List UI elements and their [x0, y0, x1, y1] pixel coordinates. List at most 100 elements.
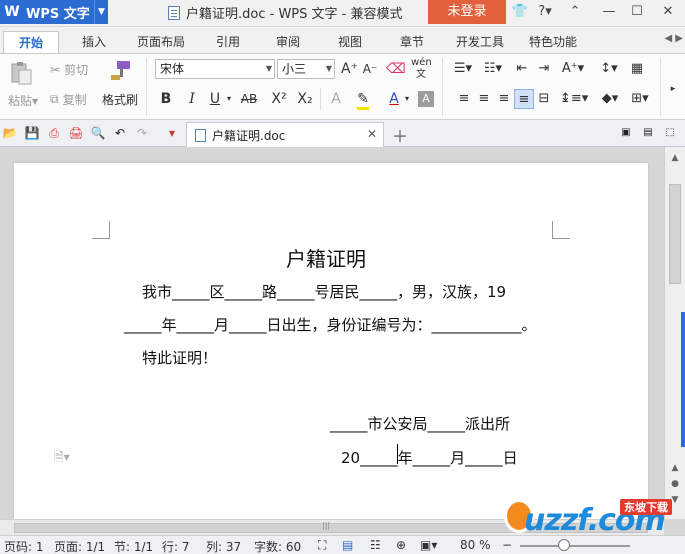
new-tab-icon[interactable]: ＋: [392, 123, 408, 147]
zoom-value[interactable]: 80 %: [460, 538, 491, 552]
align-center-icon[interactable]: ≡: [476, 89, 492, 109]
scroll-up-icon[interactable]: ▲: [669, 463, 681, 473]
zoom-out-icon[interactable]: −: [502, 538, 512, 552]
close-icon[interactable]: ✕: [655, 0, 681, 24]
document-line-4[interactable]: _____市公安局_____派出所: [330, 413, 510, 434]
document-line-5[interactable]: 20_____年_____月_____日: [341, 447, 518, 468]
table-icon[interactable]: ▦: [628, 59, 646, 79]
outline-view-icon[interactable]: ☷: [370, 538, 381, 552]
tab-view[interactable]: 视图: [328, 31, 372, 53]
document-line-2[interactable]: _____年_____月_____日出生，身份证编号为：____________…: [124, 314, 537, 335]
shrink-font-icon[interactable]: A⁻: [362, 59, 378, 79]
tab-features[interactable]: 特色功能: [522, 31, 584, 53]
increase-indent-icon[interactable]: ⇥: [536, 59, 552, 79]
page-view-icon[interactable]: ▤: [342, 538, 353, 552]
paste-button[interactable]: 粘贴 ▾: [8, 92, 38, 109]
document-heading[interactable]: 户籍证明: [286, 243, 366, 272]
vertical-scrollbar[interactable]: ▲ ▲ ● ▼: [664, 147, 685, 519]
zoom-slider-thumb[interactable]: [558, 539, 570, 551]
font-name-select[interactable]: 宋体 ▼: [155, 59, 275, 79]
bullet-list-icon[interactable]: ☰▾: [452, 59, 474, 79]
sort-icon[interactable]: ↕▾: [598, 59, 620, 79]
shading-icon[interactable]: ◆▾: [598, 89, 622, 109]
tab-review[interactable]: 审阅: [266, 31, 310, 53]
save-icon[interactable]: 💾: [24, 125, 40, 141]
chevron-down-icon[interactable]: ▾: [402, 89, 412, 109]
text-direction-icon[interactable]: A⁺▾: [560, 59, 586, 79]
shirt-icon[interactable]: 👕: [507, 0, 533, 24]
login-button[interactable]: 未登录: [428, 0, 506, 24]
align-left-icon[interactable]: ≡: [456, 89, 472, 109]
phonetic-guide-icon[interactable]: wén 文: [411, 57, 432, 80]
print-preview-icon[interactable]: 🔍: [90, 125, 106, 141]
italic-button[interactable]: I: [184, 89, 200, 109]
superscript-button[interactable]: X²: [270, 89, 288, 109]
align-justify-icon[interactable]: ≡: [514, 89, 534, 109]
strikethrough-button[interactable]: AB: [238, 89, 260, 109]
font-size-select[interactable]: 小三 ▼: [277, 59, 335, 79]
distribute-icon[interactable]: ⊟: [536, 89, 552, 109]
status-column[interactable]: 列: 37: [206, 538, 241, 554]
customize-qat-icon[interactable]: ▾: [164, 125, 180, 141]
document-tab[interactable]: 户籍证明.doc ✕: [186, 122, 384, 147]
document-line-1[interactable]: 我市_____区_____路_____号居民_____，男，汉族，19: [142, 281, 506, 302]
redo-icon[interactable]: ↷: [134, 125, 150, 141]
copy-button[interactable]: ⧉ 复制: [50, 91, 87, 108]
chevron-right-icon[interactable]: ▸: [666, 79, 680, 99]
status-page-code[interactable]: 页码: 1: [4, 538, 44, 554]
fullscreen-icon[interactable]: ⬚: [662, 125, 678, 141]
highlight-icon[interactable]: ✎: [352, 89, 374, 110]
status-word-count[interactable]: 字数: 60: [254, 538, 301, 554]
format-painter-icon[interactable]: [108, 59, 138, 83]
web-view-icon[interactable]: ⊕: [396, 538, 406, 552]
tab-chapter[interactable]: 章节: [390, 31, 434, 53]
status-section[interactable]: 节: 1/1: [114, 538, 153, 554]
tab-scroll-icon[interactable]: ◀ ▶: [664, 33, 683, 44]
undo-icon[interactable]: ↶: [112, 125, 128, 141]
document-page[interactable]: 户籍证明 我市_____区_____路_____号居民_____，男，汉族，19…: [14, 163, 648, 519]
numbered-list-icon[interactable]: ☷▾: [482, 59, 504, 79]
document-line-3[interactable]: 特此证明！: [142, 347, 217, 368]
paste-icon[interactable]: [8, 60, 38, 86]
scroll-center-icon[interactable]: ●: [669, 479, 681, 489]
chevron-down-icon[interactable]: ▼: [94, 0, 108, 24]
cut-button[interactable]: ✂ 剪切: [50, 61, 88, 78]
underline-button[interactable]: U: [208, 89, 222, 109]
print-icon[interactable]: 🖨: [68, 125, 84, 141]
app-menu-button[interactable]: W WPS 文字 ▼: [0, 0, 108, 24]
help-button[interactable]: ?▾: [532, 0, 558, 24]
line-spacing-icon[interactable]: ↨≡▾: [560, 89, 588, 109]
font-color-button[interactable]: A: [386, 89, 402, 109]
zoom-slider[interactable]: [520, 545, 630, 547]
tab-references[interactable]: 引用: [206, 31, 250, 53]
export-pdf-icon[interactable]: ⎙: [46, 125, 62, 141]
scroll-up-icon[interactable]: ▲: [669, 153, 681, 163]
tab-insert[interactable]: 插入: [72, 31, 116, 53]
bold-button[interactable]: B: [158, 89, 174, 109]
full-screen-icon[interactable]: ⛶: [318, 538, 326, 553]
window-arrange-icon[interactable]: ▣: [618, 125, 634, 141]
status-page[interactable]: 页面: 1/1: [54, 538, 105, 554]
tab-home[interactable]: 开始: [3, 31, 59, 53]
status-row[interactable]: 行: 7: [162, 538, 190, 554]
tab-developer[interactable]: 开发工具: [450, 31, 510, 53]
protect-view-icon[interactable]: ▣▾: [420, 538, 437, 552]
subscript-button[interactable]: X₂: [296, 89, 314, 109]
tab-page-layout[interactable]: 页面布局: [130, 31, 192, 53]
open-folder-icon[interactable]: 📂: [2, 125, 18, 141]
border-icon[interactable]: ⊞▾: [628, 89, 652, 109]
close-tab-icon[interactable]: ✕: [367, 127, 377, 141]
chevron-down-icon[interactable]: ▾: [224, 89, 234, 109]
maximize-icon[interactable]: ☐: [624, 0, 650, 24]
split-view-icon[interactable]: ▤: [640, 125, 656, 141]
page-options-icon[interactable]: 🗎▾: [54, 448, 70, 469]
minimize-icon[interactable]: —: [596, 0, 622, 24]
grow-font-icon[interactable]: A⁺: [341, 59, 358, 79]
format-painter-button[interactable]: 格式刷: [102, 91, 138, 108]
decrease-indent-icon[interactable]: ⇤: [514, 59, 530, 79]
clear-format-icon[interactable]: ⌫: [386, 59, 406, 79]
text-effect-icon[interactable]: A: [326, 89, 346, 109]
scrollbar-thumb[interactable]: [669, 184, 681, 284]
char-shading-icon[interactable]: A: [418, 91, 434, 107]
align-right-icon[interactable]: ≡: [496, 89, 512, 109]
